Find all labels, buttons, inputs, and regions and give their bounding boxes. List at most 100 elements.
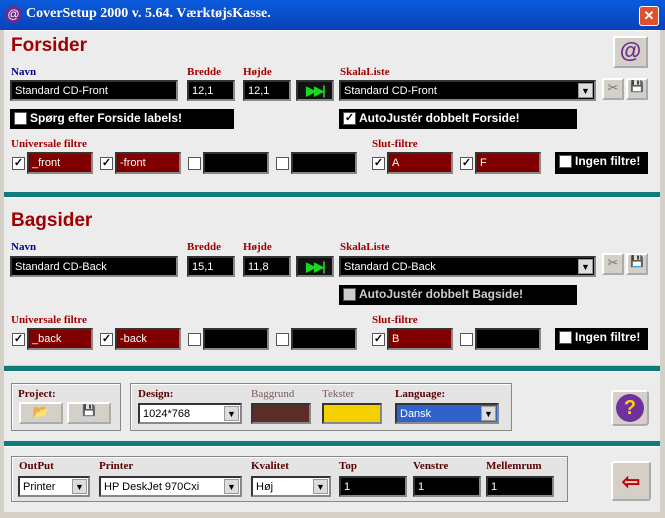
kvalitet-value: Høj bbox=[256, 481, 274, 493]
checkbox-disabled[interactable] bbox=[343, 288, 356, 301]
forsider-slut-1[interactable]: A bbox=[387, 152, 453, 174]
bagsider-autojuster-label: AutoJustér dobbelt Bagside! bbox=[359, 287, 524, 301]
forsider-navn-label: Navn bbox=[11, 66, 37, 78]
forsider-title: Forsider bbox=[11, 35, 88, 56]
check-icon[interactable]: ✓ bbox=[343, 112, 356, 125]
bagsider-autojuster-checkbox[interactable]: AutoJustér dobbelt Bagside! bbox=[339, 285, 577, 305]
bagsider-cut-button[interactable]: ✂ bbox=[602, 253, 624, 275]
kvalitet-select[interactable]: Høj ▼ bbox=[251, 476, 331, 497]
checkbox-unchecked[interactable] bbox=[559, 155, 572, 168]
bagsider-filter-3-check[interactable] bbox=[188, 333, 201, 346]
bagsider-universale-label: Universale filtre bbox=[11, 314, 87, 326]
bagsider-apply-button[interactable]: ▶▶| bbox=[296, 256, 334, 277]
bagsider-filter-3[interactable] bbox=[203, 328, 269, 350]
forsider-filter-4-check[interactable] bbox=[276, 157, 289, 170]
bagsider-filter-1-check[interactable]: ✓ bbox=[12, 333, 25, 346]
language-select[interactable]: Dansk ▼ bbox=[395, 403, 499, 424]
bagsider-filter-1[interactable]: _back bbox=[27, 328, 93, 350]
bagsider-skala-value: Standard CD-Back bbox=[344, 261, 436, 273]
forsider-slut-2-check[interactable]: ✓ bbox=[460, 157, 473, 170]
bagsider-filter-2[interactable]: -back bbox=[115, 328, 181, 350]
forsider-filter-3-check[interactable] bbox=[188, 157, 201, 170]
printer-value: HP DeskJet 970Cxi bbox=[104, 481, 200, 493]
checkbox-unchecked[interactable] bbox=[559, 331, 572, 344]
forsider-bredde-field[interactable]: 12,1 bbox=[187, 80, 235, 101]
bagsider-slut-label: Slut-filtre bbox=[372, 314, 418, 326]
output-select[interactable]: Printer ▼ bbox=[18, 476, 90, 497]
forsider-cut-button[interactable]: ✂ bbox=[602, 78, 624, 100]
forsider-spoerg-checkbox[interactable]: Spørg efter Forside labels! bbox=[10, 109, 234, 129]
forsider-autojuster-label: AutoJustér dobbelt Forside! bbox=[359, 111, 520, 125]
bagsider-slut-1-check[interactable]: ✓ bbox=[372, 333, 385, 346]
forsider-autojuster-checkbox[interactable]: ✓ AutoJustér dobbelt Forside! bbox=[339, 109, 577, 129]
exit-button[interactable]: ⇦ bbox=[611, 461, 651, 501]
forsider-save-button[interactable]: 💾 bbox=[626, 78, 648, 100]
forsider-skala-select[interactable]: Standard CD-Front ▼ bbox=[339, 80, 596, 101]
mellemrum-field[interactable]: 1 bbox=[486, 476, 554, 497]
bagsider-hojde-label: Højde bbox=[243, 241, 272, 253]
venstre-label: Venstre bbox=[413, 460, 449, 472]
forsider-filter-3[interactable] bbox=[203, 152, 269, 174]
forsider-slut-1-check[interactable]: ✓ bbox=[372, 157, 385, 170]
arrow-icon: ▶▶| bbox=[306, 83, 326, 98]
baggrund-label: Baggrund bbox=[251, 388, 295, 400]
close-button[interactable]: ✕ bbox=[639, 6, 659, 26]
forsider-filter-2-check[interactable]: ✓ bbox=[100, 157, 113, 170]
checkbox-unchecked[interactable] bbox=[14, 112, 27, 125]
forsider-apply-button[interactable]: ▶▶| bbox=[296, 80, 334, 101]
bagsider-filter-4-check[interactable] bbox=[276, 333, 289, 346]
forsider-slut-2[interactable]: F bbox=[475, 152, 541, 174]
bagsider-hojde-field[interactable]: 11,8 bbox=[243, 256, 291, 277]
open-project-button[interactable]: 📂 bbox=[19, 402, 63, 424]
chevron-down-icon[interactable]: ▼ bbox=[72, 479, 87, 494]
bagsider-navn-field[interactable]: Standard CD-Back bbox=[10, 256, 178, 277]
scissors-icon: ✂ bbox=[607, 80, 619, 95]
at-icon: @ bbox=[619, 38, 642, 63]
chevron-down-icon[interactable]: ▼ bbox=[313, 479, 328, 494]
design-select[interactable]: 1024*768 ▼ bbox=[138, 403, 242, 424]
forsider-filter-1[interactable]: _front bbox=[27, 152, 93, 174]
bagsider-slut-2[interactable] bbox=[475, 328, 541, 350]
bagsider-ingen-checkbox[interactable]: Ingen filtre! bbox=[555, 328, 648, 350]
bagsider-slut-2-check[interactable] bbox=[460, 333, 473, 346]
chevron-down-icon[interactable]: ▼ bbox=[224, 406, 239, 421]
language-label: Language: bbox=[395, 388, 446, 400]
forsider-bredde-label: Bredde bbox=[187, 66, 222, 78]
venstre-field[interactable]: 1 bbox=[413, 476, 481, 497]
forsider-filter-1-check[interactable]: ✓ bbox=[12, 157, 25, 170]
help-button[interactable]: ? bbox=[611, 390, 649, 426]
printer-select[interactable]: HP DeskJet 970Cxi ▼ bbox=[99, 476, 242, 497]
folder-icon: 📂 bbox=[32, 404, 50, 419]
forsider-slut-label: Slut-filtre bbox=[372, 138, 418, 150]
save-project-button[interactable]: 💾 bbox=[67, 402, 111, 424]
chevron-down-icon[interactable]: ▼ bbox=[224, 479, 239, 494]
top-field[interactable]: 1 bbox=[339, 476, 407, 497]
forsider-filter-4[interactable] bbox=[291, 152, 357, 174]
save-icon: 💾 bbox=[630, 81, 644, 93]
bagsider-slut-1[interactable]: B bbox=[387, 328, 453, 350]
top-label: Top bbox=[339, 460, 357, 472]
bagsider-filter-2-check[interactable]: ✓ bbox=[100, 333, 113, 346]
chevron-down-icon[interactable]: ▼ bbox=[578, 259, 593, 274]
chevron-down-icon[interactable]: ▼ bbox=[578, 83, 593, 98]
email-button[interactable]: @ bbox=[613, 36, 648, 68]
save-icon: 💾 bbox=[630, 256, 644, 268]
design-value: 1024*768 bbox=[143, 408, 191, 420]
bagsider-filter-4[interactable] bbox=[291, 328, 357, 350]
forsider-hojde-field[interactable]: 12,1 bbox=[243, 80, 291, 101]
forsider-navn-field[interactable]: Standard CD-Front bbox=[10, 80, 178, 101]
bagsider-save-button[interactable]: 💾 bbox=[626, 253, 648, 275]
exit-icon: ⇦ bbox=[621, 469, 641, 494]
forsider-ingen-checkbox[interactable]: Ingen filtre! bbox=[555, 152, 648, 174]
chevron-down-icon[interactable]: ▼ bbox=[481, 406, 496, 421]
bagsider-skala-select[interactable]: Standard CD-Back ▼ bbox=[339, 256, 596, 277]
forsider-spoerg-label: Spørg efter Forside labels! bbox=[30, 111, 183, 125]
tekster-color-swatch[interactable] bbox=[322, 403, 382, 424]
window-title: CoverSetup 2000 v. 5.64. VærktøjsKasse. bbox=[26, 6, 271, 21]
bagsider-skala-label: SkalaListe bbox=[340, 241, 390, 253]
forsider-hojde-label: Højde bbox=[243, 66, 272, 78]
forsider-filter-2[interactable]: -front bbox=[115, 152, 181, 174]
design-label: Design: bbox=[138, 388, 174, 400]
bagsider-bredde-field[interactable]: 15,1 bbox=[187, 256, 235, 277]
baggrund-color-swatch[interactable] bbox=[251, 403, 311, 424]
